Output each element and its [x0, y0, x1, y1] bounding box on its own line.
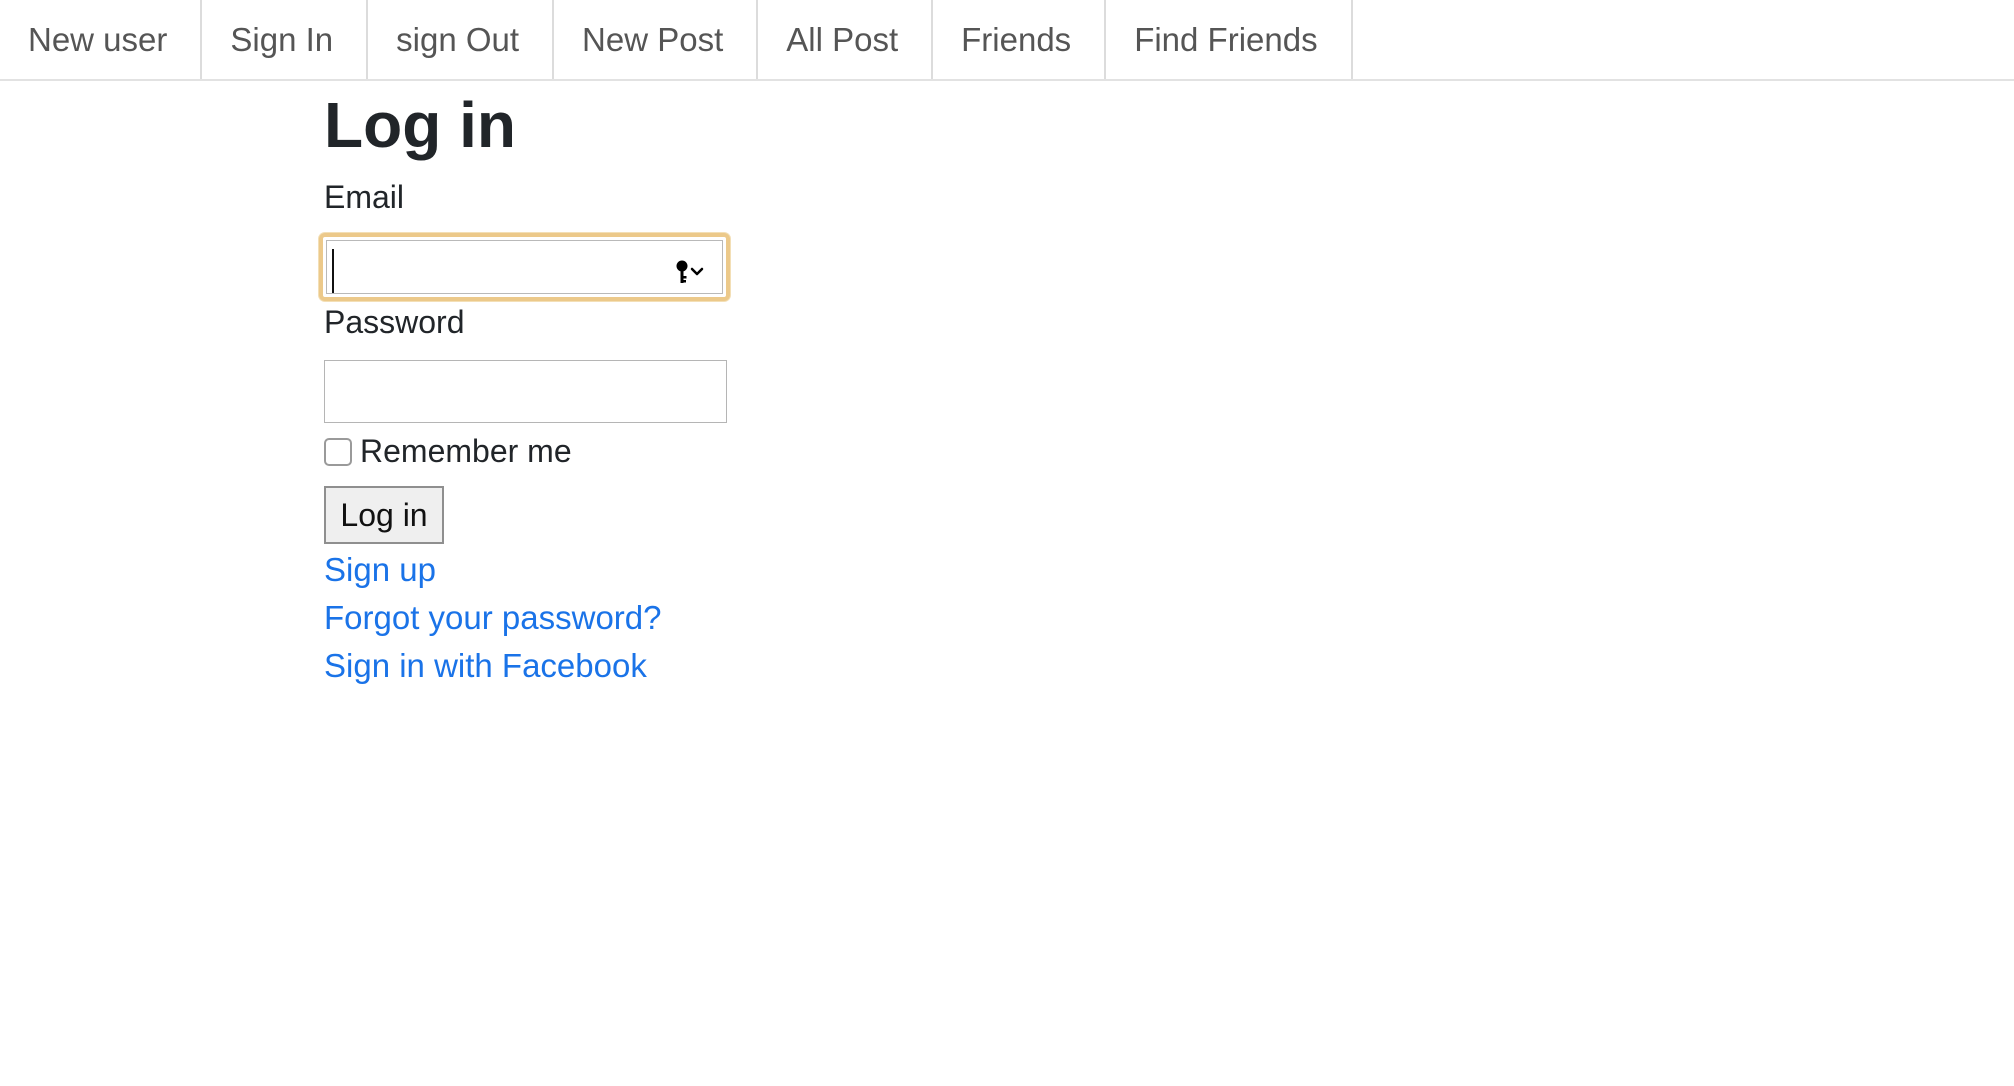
email-label: Email: [324, 179, 405, 215]
facebook-sign-in-link[interactable]: Sign in with Facebook: [324, 647, 647, 685]
email-field[interactable]: [319, 233, 730, 301]
sign-up-link[interactable]: Sign up: [324, 551, 436, 589]
text-caret: [332, 249, 334, 293]
password-field[interactable]: [324, 360, 727, 423]
chevron-down-icon: [690, 267, 704, 276]
nav-new-user[interactable]: New user: [0, 0, 203, 79]
nav-sign-in[interactable]: Sign In: [202, 0, 369, 79]
password-label: Password: [324, 304, 465, 340]
email-field-box[interactable]: [326, 240, 723, 294]
nav-all-post[interactable]: All Post: [758, 0, 934, 79]
forgot-password-link[interactable]: Forgot your password?: [324, 599, 662, 637]
nav-new-post[interactable]: New Post: [554, 0, 759, 79]
key-icon[interactable]: [669, 259, 709, 285]
login-button[interactable]: Log in: [324, 486, 444, 544]
remember-me-checkbox[interactable]: [324, 437, 352, 466]
nav-sign-out[interactable]: sign Out: [368, 0, 555, 79]
remember-me-row[interactable]: Remember me: [324, 433, 572, 470]
nav-find-friends[interactable]: Find Friends: [1106, 0, 1353, 79]
remember-me-label[interactable]: Remember me: [360, 433, 572, 470]
nav-friends[interactable]: Friends: [933, 0, 1107, 79]
top-navbar: New user Sign In sign Out New Post All P…: [0, 0, 2014, 81]
page-title: Log in: [324, 89, 516, 161]
